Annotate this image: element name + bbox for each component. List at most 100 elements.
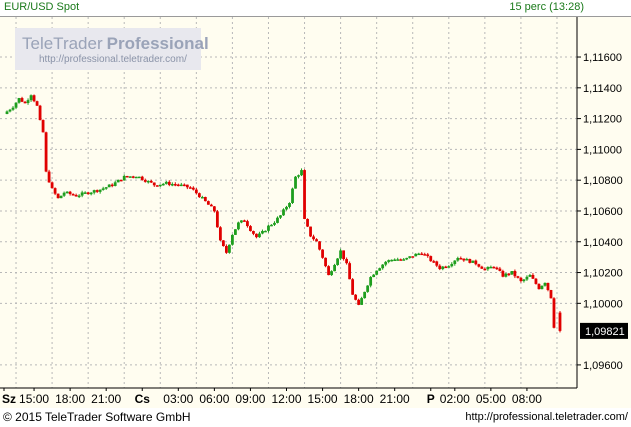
candle-body	[146, 180, 150, 183]
candle-body	[255, 233, 258, 238]
candle-body	[300, 170, 303, 176]
candle-body	[249, 226, 252, 232]
last-price-label: 1,09821	[585, 326, 625, 338]
candle-body	[137, 176, 141, 179]
x-tick-label: Sz	[2, 392, 16, 406]
candle-body	[161, 183, 165, 186]
candle-body	[212, 206, 216, 212]
candle-body	[540, 285, 544, 290]
y-tick-label: 1,10600	[583, 206, 623, 218]
candle-body	[426, 254, 430, 257]
watermark-url: http://professional.teletrader.com/	[39, 54, 187, 65]
candle-body	[393, 259, 397, 262]
candle-body	[95, 190, 99, 192]
plot-area	[0, 17, 577, 388]
candle-body	[543, 282, 547, 286]
candle-body	[200, 196, 204, 199]
candle-body	[522, 279, 526, 282]
candle-body	[351, 279, 355, 295]
candle-body	[489, 266, 493, 269]
candle-body	[173, 184, 177, 186]
watermark: TeleTrader Professional http://profession…	[15, 28, 209, 70]
candle-body	[215, 211, 219, 228]
candle-body	[477, 264, 481, 267]
watermark-brand-light: TeleTrader	[22, 34, 103, 53]
candle-body	[32, 95, 36, 102]
candle-body	[38, 105, 42, 121]
candle-body	[252, 231, 255, 234]
candle-body	[71, 194, 75, 196]
copyright-text: © 2015 TeleTrader Software GmbH	[3, 410, 191, 424]
candle-body	[182, 184, 186, 187]
candle-body	[170, 184, 174, 186]
candle-body	[65, 191, 69, 194]
candle-body	[288, 203, 291, 207]
candle-body	[258, 233, 261, 238]
candle-body	[176, 184, 180, 187]
candle-body	[456, 258, 460, 261]
footer-url-link[interactable]: http://professional.teletrader.com/	[465, 411, 628, 423]
candle-body	[158, 184, 162, 187]
last-price-marker: 1,09821	[580, 322, 628, 339]
candle-body	[441, 266, 445, 270]
candle-body	[474, 260, 478, 265]
candle-body	[68, 191, 72, 195]
candle-body	[381, 264, 385, 269]
candle-body	[297, 175, 300, 177]
y-tick-label: 1,10000	[583, 298, 623, 310]
candle-body	[321, 249, 324, 258]
candle-body	[89, 192, 93, 195]
x-tick-label: Cs	[135, 392, 151, 406]
candle-body	[402, 259, 406, 261]
candle-body	[369, 277, 373, 286]
candle-body	[261, 231, 264, 234]
x-tick-label: P	[427, 392, 435, 406]
candle-body	[339, 250, 342, 259]
candle-body	[468, 258, 472, 263]
candle-body	[315, 239, 318, 242]
candle-body	[411, 256, 415, 258]
candle-body	[62, 192, 66, 196]
candle-body	[507, 273, 511, 276]
candle-body	[396, 259, 400, 261]
candle-body	[119, 179, 123, 182]
candle-body	[47, 171, 51, 183]
candle-body	[29, 95, 33, 101]
candle-body	[74, 194, 78, 197]
price-chart[interactable]: TeleTrader Professional http://profession…	[0, 0, 631, 408]
x-tick-label: 08:00	[512, 392, 542, 406]
x-tick-label: 09:00	[235, 392, 265, 406]
candle-body	[83, 192, 87, 194]
candle-body	[348, 263, 352, 280]
candle-body	[291, 188, 294, 204]
candle-body	[209, 204, 213, 207]
candle-body	[224, 246, 228, 253]
candle-body	[360, 298, 364, 305]
candle-body	[167, 181, 171, 185]
x-axis: Sz 15:00 18:00 21:00 Cs 03:00 06:00 09:00 12:00 1…	[2, 388, 542, 406]
candle-body	[408, 256, 412, 258]
x-tick-label: 18:00	[55, 392, 85, 406]
candle-body	[267, 225, 270, 231]
candle-body	[498, 268, 502, 271]
candle-body	[525, 276, 529, 280]
candle-body	[519, 277, 523, 282]
footer: © 2015 TeleTrader Software GmbH http://p…	[0, 408, 631, 427]
candle-body	[375, 270, 379, 275]
candle-body	[354, 294, 358, 300]
chart-window: EUR/USD Spot 15 perc (13:28) TeleTrader P…	[0, 0, 631, 427]
candle-body	[432, 261, 436, 263]
candle-body	[444, 266, 448, 269]
y-tick-label: 1,10400	[583, 237, 623, 249]
candle-body	[20, 98, 24, 102]
candle-body	[152, 182, 156, 186]
y-tick-label: 1,09600	[583, 360, 623, 372]
candle-body	[243, 220, 246, 222]
candle-body	[131, 176, 135, 178]
candle-body	[35, 101, 39, 106]
x-tick-label: 18:00	[344, 392, 374, 406]
y-tick-label: 1,11200	[583, 114, 622, 126]
candle-body	[420, 253, 424, 256]
candle-body	[438, 265, 442, 270]
candle-body	[450, 263, 454, 267]
